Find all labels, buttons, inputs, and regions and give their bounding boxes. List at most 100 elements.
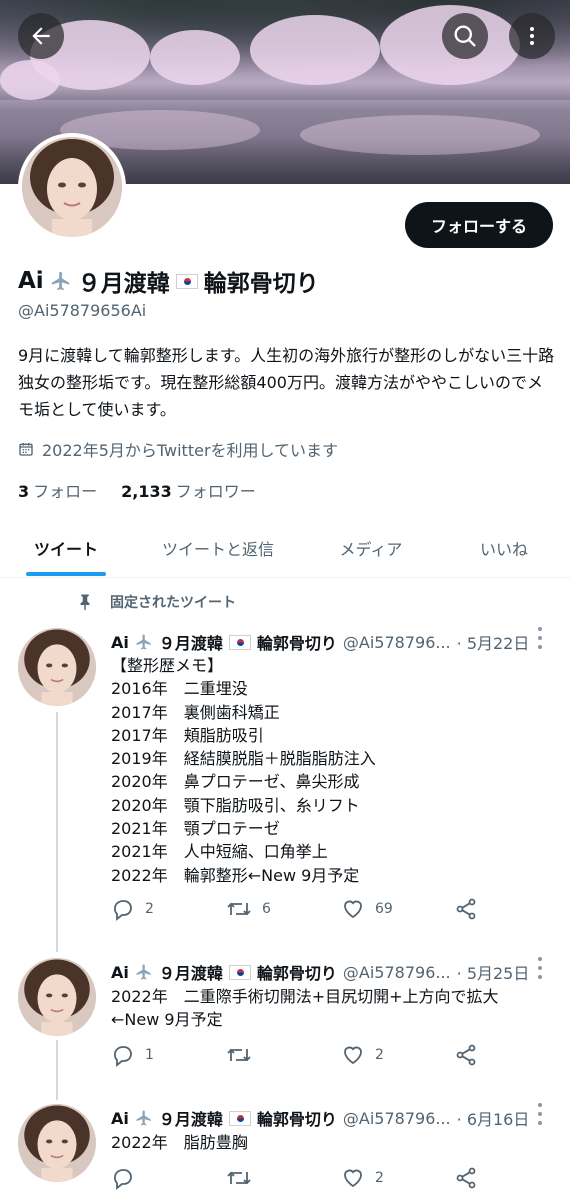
calendar-icon [19, 443, 33, 456]
reply-button[interactable]: 2 [111, 897, 154, 921]
avatar-portrait [18, 1104, 96, 1182]
tweet-line: 2022年 二重際手術切開法+目尻切開+上方向で拡大 [111, 987, 499, 1006]
korea-flag-icon [175, 273, 198, 289]
follow-counts: 3 フォロー 2,133 フォロワー [18, 478, 256, 502]
reply-button[interactable] [111, 1166, 145, 1190]
tweet-line: 2022年 脂肪豊胸 [111, 1133, 248, 1152]
tweet-line: 2022年 輪郭整形←New 9月予定 [111, 865, 360, 885]
share-icon [456, 898, 476, 920]
pin-icon [80, 594, 90, 611]
like-count: 2 [375, 1170, 384, 1186]
airplane-icon [51, 271, 69, 291]
tweet-author-name-part2: ９月渡韓 [158, 634, 223, 653]
share-button[interactable] [454, 1166, 478, 1190]
heart-icon [344, 1046, 362, 1065]
reply-icon [114, 1046, 132, 1067]
retweet-button[interactable] [226, 1043, 262, 1067]
heart-icon [344, 900, 362, 919]
tweet-text: 【整形歴メモ】 2016年 二重埋没 2017年 裏側歯科矯正 2017年 頬脂… [111, 654, 551, 887]
profile-tabs: ツイート ツイートと返信 メディア いいね [0, 518, 570, 578]
followers-link[interactable]: 2,133 フォロワー [121, 478, 256, 502]
tweet-date[interactable]: · 5月25日 [457, 960, 530, 984]
search-button[interactable] [442, 13, 488, 59]
reply-button[interactable]: 1 [111, 1043, 154, 1067]
tweet-author-name-part3: 輪郭骨切り [256, 1110, 337, 1129]
pinned-indicator: 固定されたツイート [76, 592, 236, 612]
reply-count: 1 [145, 1047, 154, 1063]
tweet-text: 2022年 二重際手術切開法+目尻切開+上方向で拡大 ←New 9月予定 [111, 985, 551, 1032]
share-icon [456, 1044, 476, 1066]
like-count: 69 [375, 901, 393, 917]
korea-flag-icon [228, 634, 251, 650]
retweet-icon [227, 1171, 251, 1185]
tweet-author-name[interactable]: Ai [111, 963, 129, 982]
like-button[interactable]: 2 [341, 1043, 384, 1067]
profile-avatar[interactable] [18, 133, 126, 241]
tweet-author-name-part3: 輪郭骨切り [256, 634, 337, 653]
pinned-label: 固定されたツイート [110, 595, 236, 611]
follow-button[interactable]: フォローする [405, 202, 553, 248]
retweet-button[interactable]: 6 [226, 897, 271, 921]
profile-handle: @Ai57879656Ai [18, 301, 147, 320]
tab-tweets-and-replies[interactable]: ツイートと返信 [132, 518, 304, 578]
tweet-author-name-part3: 輪郭骨切り [256, 964, 337, 983]
banner-blossom [150, 30, 240, 85]
like-button[interactable]: 69 [341, 897, 393, 921]
profile-name: Ai ９月渡韓 輪郭骨切り [18, 264, 319, 298]
more-vertical-icon [530, 27, 534, 45]
retweet-icon [227, 902, 251, 916]
tweet-line: 2017年 裏側歯科矯正 [111, 702, 280, 722]
like-button[interactable]: 2 [341, 1166, 384, 1190]
airplane-icon [136, 964, 151, 980]
reply-icon [114, 1169, 132, 1190]
profile-name-part2: ９月渡韓 [77, 271, 170, 297]
tab-tweets[interactable]: ツイート [0, 518, 132, 578]
tweet-date[interactable]: · 5月22日 [457, 630, 530, 654]
tweet-author-name-part2: ９月渡韓 [158, 964, 223, 983]
tweet-line: 2021年 人中短縮、口角挙上 [111, 842, 328, 862]
avatar-portrait [18, 628, 96, 706]
back-button[interactable] [18, 13, 64, 59]
profile-name-part3: 輪郭骨切り [203, 271, 319, 297]
tweet-author-name[interactable]: Ai [111, 1109, 129, 1128]
avatar-portrait [18, 958, 96, 1036]
retweet-count: 6 [262, 901, 271, 917]
tweet-more-icon[interactable] [532, 957, 548, 979]
tweet-actions: 2 [111, 1166, 551, 1196]
tweet-avatar[interactable] [18, 1104, 96, 1182]
retweet-button[interactable] [226, 1166, 262, 1190]
banner-blossom [0, 60, 60, 100]
tweet-line: 2021年 顎プロテーゼ [111, 819, 280, 839]
tweet-more-icon[interactable] [532, 627, 548, 649]
tab-media[interactable]: メディア [304, 518, 438, 578]
tweet-more-icon[interactable] [532, 1103, 548, 1125]
tweet-line: 【整形歴メモ】 [111, 656, 224, 675]
tweet-text: 2022年 脂肪豊胸 [111, 1131, 551, 1154]
joined-date: 2022年5月からTwitterを利用しています [18, 437, 338, 461]
tweet-line: 2020年 鼻プロテーゼ、鼻尖形成 [111, 772, 360, 792]
tweet-author-handle: @Ai578796... [342, 632, 451, 652]
profile-name-part1: Ai [18, 268, 44, 294]
tweet-author-name-part2: ９月渡韓 [158, 1110, 223, 1129]
tweet-line: 2019年 経結膜脱脂＋脱脂脂肪注入 [111, 749, 376, 769]
like-count: 2 [375, 1047, 384, 1063]
tweet-author-name[interactable]: Ai [111, 633, 129, 652]
tweet-header: Ai ９月渡韓 輪郭骨切り @Ai578796... · 5月25日 [111, 960, 529, 984]
tweet-actions: 2 6 69 [111, 897, 551, 927]
tweet-avatar[interactable] [18, 958, 96, 1036]
search-icon [454, 25, 476, 47]
share-button[interactable] [454, 1043, 478, 1067]
more-button[interactable] [509, 13, 555, 59]
thread-line [56, 712, 58, 952]
tweet-date[interactable]: · 6月16日 [457, 1106, 530, 1130]
tab-indicator [26, 572, 106, 576]
following-link[interactable]: 3 フォロー [18, 478, 97, 502]
reply-count: 2 [145, 901, 154, 917]
tweet-actions: 1 2 [111, 1043, 551, 1073]
tweet-author-handle: @Ai578796... [342, 1108, 451, 1128]
joined-text: 2022年5月からTwitterを利用しています [42, 441, 339, 460]
arrow-left-icon [32, 27, 50, 45]
share-button[interactable] [454, 897, 478, 921]
tweet-avatar[interactable] [18, 628, 96, 706]
tab-likes[interactable]: いいね [438, 518, 570, 578]
